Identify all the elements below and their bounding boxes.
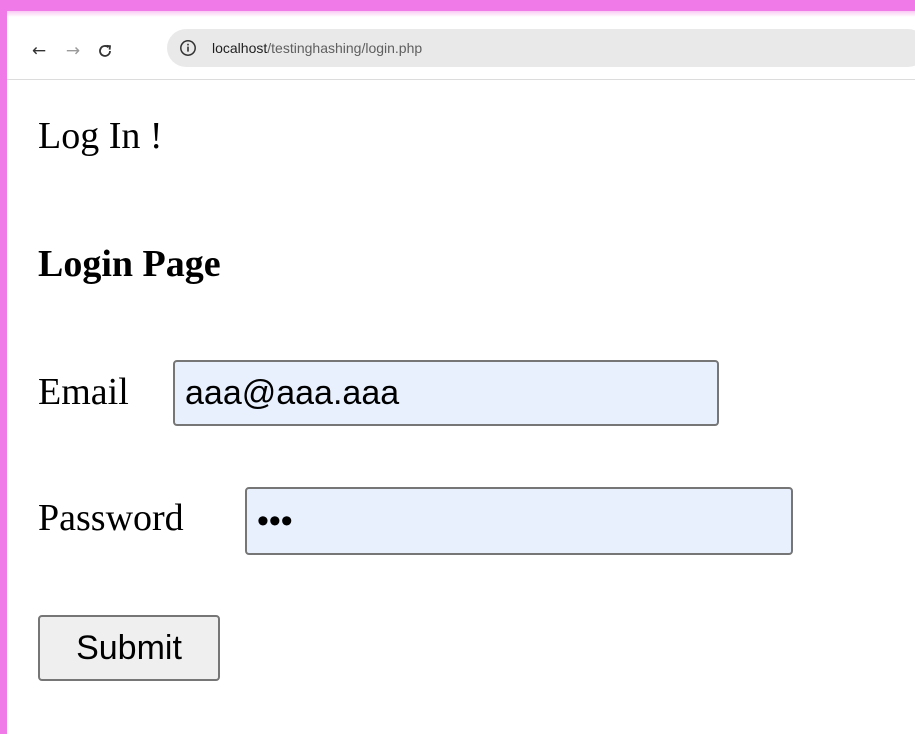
page-title: Log In ! — [38, 115, 163, 157]
info-icon[interactable] — [177, 37, 199, 59]
url-host: localhost — [212, 40, 268, 56]
email-label: Email — [38, 371, 129, 413]
url-path: /testinghashing/login.php — [267, 40, 423, 56]
password-field[interactable] — [245, 487, 793, 555]
browser-toolbar: ← → localhost/testinghashing/login.php — [7, 17, 915, 80]
back-arrow-icon[interactable]: ← — [27, 39, 51, 63]
reload-icon[interactable] — [93, 39, 117, 63]
page-heading: Login Page — [38, 243, 221, 285]
forward-arrow-icon[interactable]: → — [61, 39, 85, 63]
url-text: localhost/testinghashing/login.php — [212, 29, 422, 67]
window-border-left — [0, 0, 7, 734]
browser-window: ← → localhost/testinghashing/login.php L… — [0, 0, 915, 734]
address-bar[interactable]: localhost/testinghashing/login.php — [167, 29, 915, 67]
email-field[interactable] — [173, 360, 719, 426]
password-label: Password — [38, 497, 184, 539]
window-border-top — [0, 0, 915, 11]
submit-button[interactable]: Submit — [38, 615, 220, 681]
